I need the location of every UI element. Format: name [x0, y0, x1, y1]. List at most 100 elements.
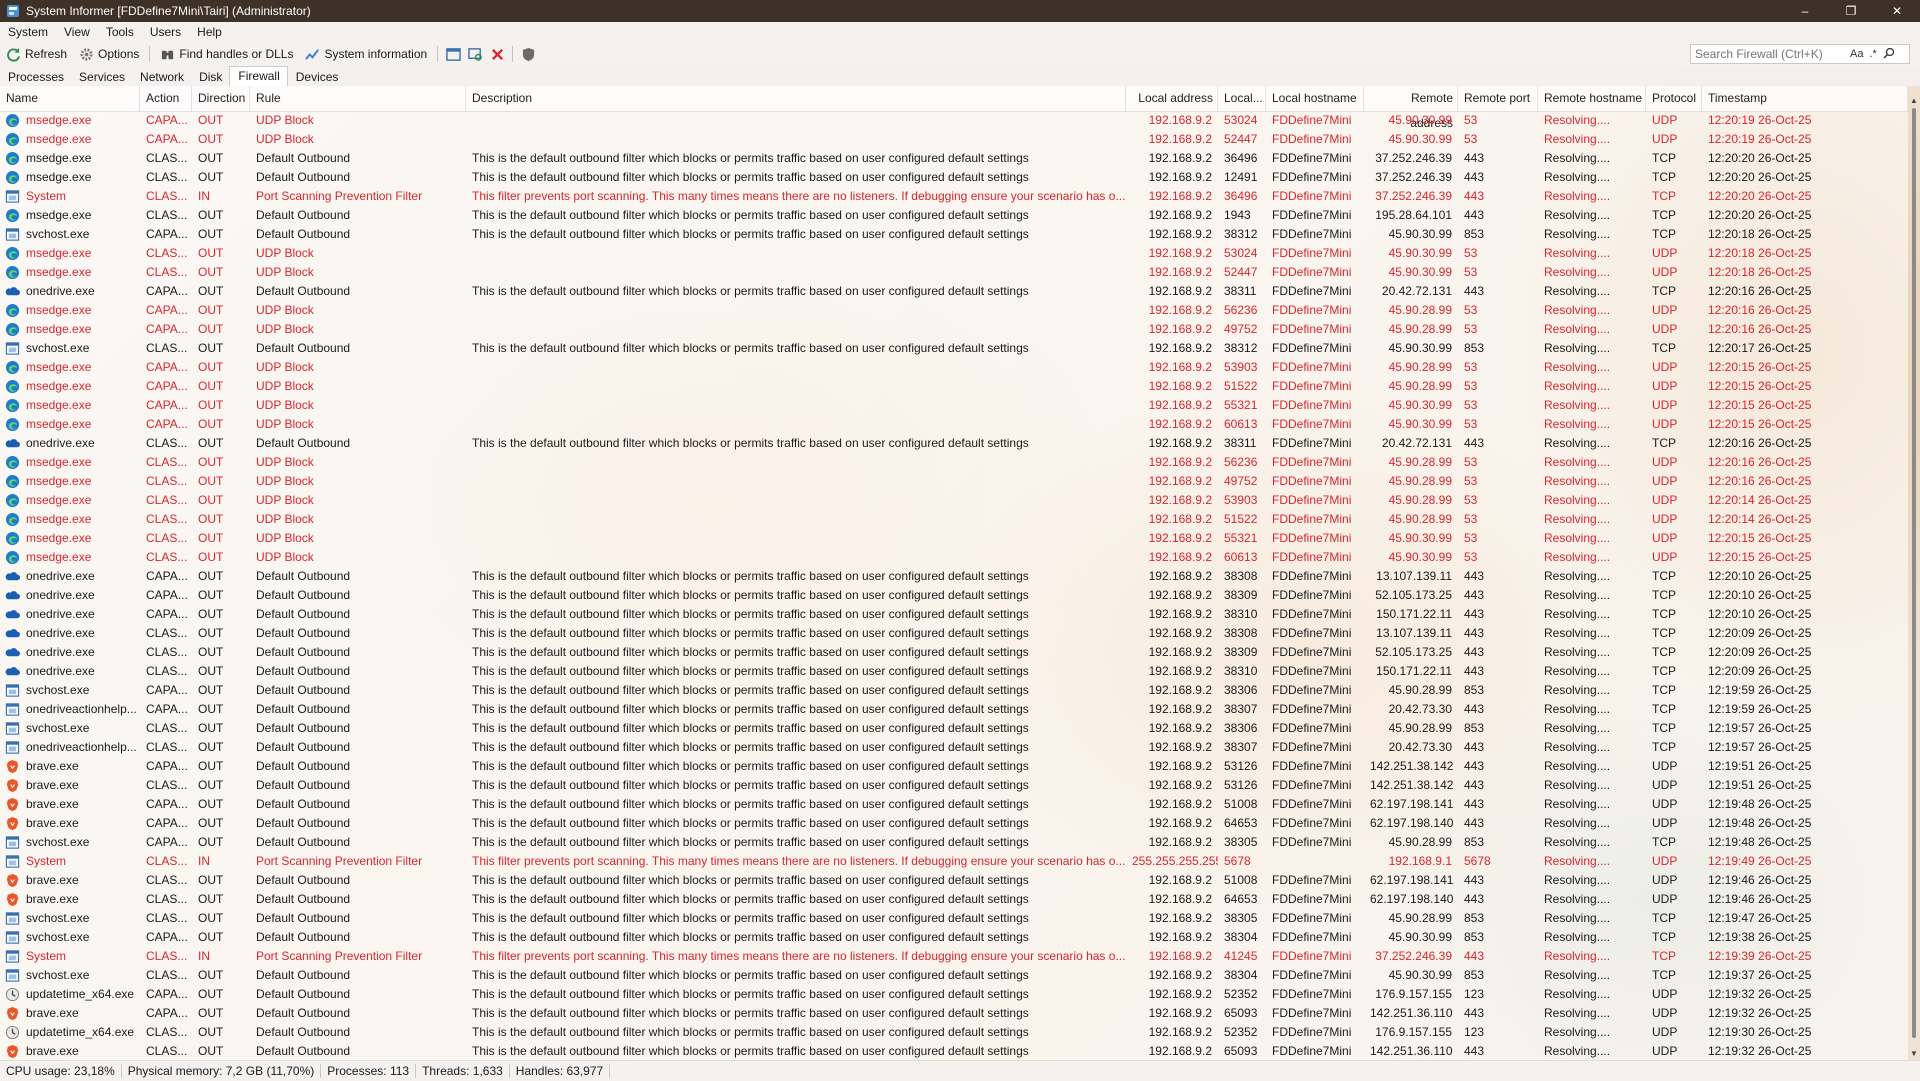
vertical-scrollbar[interactable]: ▲ ▼ [1908, 86, 1920, 1060]
table-row[interactable]: System CLAS... IN Port Scanning Prevention … [0, 947, 1908, 966]
remote-hostname-cell: Resolving.... [1544, 683, 1611, 697]
search-input[interactable] [1691, 46, 1847, 62]
description-cell: This is the default outbound filter whic… [472, 1006, 1029, 1020]
menu-users[interactable]: Users [142, 25, 189, 39]
scroll-thumb[interactable] [1912, 108, 1916, 1038]
tab-devices[interactable]: Devices [288, 68, 346, 86]
column-header-description[interactable]: Description [466, 86, 1126, 111]
table-row[interactable]: onedrive.exe CAPA... OUT Default Outbound Th… [0, 586, 1908, 605]
table-row[interactable]: svchost.exe CAPA... OUT Default Outbound Thi… [0, 928, 1908, 947]
table-row[interactable]: msedge.exe CLAS... OUT UDP Block 192.168.9.2… [0, 472, 1908, 491]
table-row[interactable]: onedrive.exe CAPA... OUT Default Outbound Th… [0, 567, 1908, 586]
column-header-timestamp[interactable]: Timestamp [1702, 86, 1908, 111]
scroll-down-arrow[interactable]: ▼ [1910, 1049, 1918, 1058]
column-header-local-address[interactable]: Local address [1126, 86, 1218, 111]
table-row[interactable]: msedge.exe CAPA... OUT UDP Block 192.168.9.2… [0, 320, 1908, 339]
shield-icon[interactable] [517, 43, 539, 65]
refresh-button[interactable]: Refresh [0, 43, 73, 65]
column-header-remote-port[interactable]: Remote port [1458, 86, 1538, 111]
column-header-local-hostname[interactable]: Local hostname [1266, 86, 1364, 111]
terminate-icon[interactable] [486, 43, 508, 65]
table-row[interactable]: onedrive.exe CAPA... OUT Default Outbound Th… [0, 605, 1908, 624]
table-row[interactable]: msedge.exe CAPA... OUT UDP Block 192.168.9.2… [0, 377, 1908, 396]
remote-hostname-cell: Resolving.... [1544, 151, 1611, 165]
local-port-cell: 38308 [1224, 569, 1258, 583]
table-row[interactable]: msedge.exe CLAS... OUT UDP Block 192.168.9.2… [0, 453, 1908, 472]
table-row[interactable]: onedrive.exe CAPA... OUT Default Outbound Th… [0, 282, 1908, 301]
table-row[interactable]: msedge.exe CLAS... OUT Default Outbound This… [0, 149, 1908, 168]
table-row[interactable]: brave.exe CAPA... OUT Default Outbound This … [0, 814, 1908, 833]
menu-help[interactable]: Help [189, 25, 230, 39]
close-window-button[interactable]: ✕ [1874, 0, 1920, 22]
tab-services[interactable]: Services [71, 68, 132, 86]
search-icon[interactable] [1880, 47, 1898, 62]
column-header-protocol[interactable]: Protocol [1646, 86, 1702, 111]
tab-processes[interactable]: Processes [0, 68, 71, 86]
table-row[interactable]: msedge.exe CLAS... OUT UDP Block 192.168.9.2… [0, 529, 1908, 548]
table-row[interactable]: msedge.exe CAPA... OUT UDP Block 192.168.9.2… [0, 301, 1908, 320]
scroll-up-arrow[interactable]: ▲ [1910, 96, 1918, 105]
find-handles-button[interactable]: Find handles or DLLs [154, 43, 299, 65]
column-header-action[interactable]: Action [140, 86, 192, 111]
table-row[interactable]: onedriveactionhelp... CLAS... OUT Default O… [0, 738, 1908, 757]
regex-toggle[interactable]: .* [1866, 48, 1879, 60]
table-row[interactable]: svchost.exe CAPA... OUT Default Outbound Thi… [0, 833, 1908, 852]
table-row[interactable]: brave.exe CLAS... OUT Default Outbound This … [0, 776, 1908, 795]
window-find-icon[interactable] [464, 43, 486, 65]
match-case-toggle[interactable]: Aa [1847, 48, 1866, 60]
table-row[interactable]: msedge.exe CLAS... OUT UDP Block 192.168.9.2… [0, 510, 1908, 529]
column-header-name[interactable]: Name [0, 86, 140, 111]
window-icon[interactable] [442, 43, 464, 65]
table-row[interactable]: svchost.exe CLAS... OUT Default Outbound Thi… [0, 966, 1908, 985]
column-header-rule[interactable]: Rule [250, 86, 466, 111]
table-row[interactable]: brave.exe CLAS... OUT Default Outbound This … [0, 890, 1908, 909]
tab-firewall[interactable]: Firewall [229, 66, 288, 86]
table-row[interactable]: svchost.exe CLAS... OUT Default Outbound Thi… [0, 909, 1908, 928]
column-header-remote-hostname[interactable]: Remote hostname [1538, 86, 1646, 111]
table-row[interactable]: onedrive.exe CLAS... OUT Default Outbound Th… [0, 643, 1908, 662]
table-row[interactable]: msedge.exe CLAS... OUT Default Outbound This… [0, 168, 1908, 187]
table-row[interactable]: msedge.exe CAPA... OUT UDP Block 192.168.9.2… [0, 130, 1908, 149]
direction-cell: OUT [198, 740, 224, 754]
table-row[interactable]: onedrive.exe CLAS... OUT Default Outbound Th… [0, 662, 1908, 681]
table-row[interactable]: brave.exe CLAS... OUT Default Outbound This … [0, 1042, 1908, 1061]
table-row[interactable]: svchost.exe CAPA... OUT Default Outbound Thi… [0, 681, 1908, 700]
table-row[interactable]: msedge.exe CLAS... OUT UDP Block 192.168.9.2… [0, 263, 1908, 282]
menu-tools[interactable]: Tools [98, 25, 142, 39]
table-row[interactable]: msedge.exe CAPA... OUT UDP Block 192.168.9.2… [0, 111, 1908, 130]
table-row[interactable]: msedge.exe CAPA... OUT UDP Block 192.168.9.2… [0, 396, 1908, 415]
table-row[interactable]: System CLAS... IN Port Scanning Prevention … [0, 852, 1908, 871]
table-row[interactable]: svchost.exe CLAS... OUT Default Outbound Thi… [0, 719, 1908, 738]
table-row[interactable]: msedge.exe CLAS... OUT UDP Block 192.168.9.2… [0, 548, 1908, 567]
column-header-remote-address[interactable]: Remote address [1364, 86, 1458, 130]
options-button[interactable]: Options [73, 43, 145, 65]
table-row[interactable]: brave.exe CLAS... OUT Default Outbound This … [0, 871, 1908, 890]
maximize-button[interactable]: ❐ [1828, 0, 1874, 22]
column-header-direction[interactable]: Direction [192, 86, 250, 111]
table-row[interactable]: msedge.exe CAPA... OUT UDP Block 192.168.9.2… [0, 358, 1908, 377]
table-row[interactable]: svchost.exe CLAS... OUT Default Outbound Thi… [0, 339, 1908, 358]
table-row[interactable]: msedge.exe CLAS... OUT UDP Block 192.168.9.2… [0, 491, 1908, 510]
table-row[interactable]: svchost.exe CAPA... OUT Default Outbound Thi… [0, 225, 1908, 244]
table-row[interactable]: msedge.exe CAPA... OUT UDP Block 192.168.9.2… [0, 415, 1908, 434]
table-row[interactable]: onedrive.exe CLAS... OUT Default Outbound Th… [0, 624, 1908, 643]
table-row[interactable]: msedge.exe CLAS... OUT UDP Block 192.168.9.2… [0, 244, 1908, 263]
table-row[interactable]: updatetime_x64.exe CLAS... OUT Default Outb… [0, 1023, 1908, 1042]
system-information-button[interactable]: System information [299, 43, 433, 65]
remote-address-cell: 45.90.28.99 [1388, 379, 1452, 393]
menu-view[interactable]: View [56, 25, 98, 39]
table-row[interactable]: onedriveactionhelp... CAPA... OUT Default O… [0, 700, 1908, 719]
table-row[interactable]: msedge.exe CLAS... OUT Default Outbound This… [0, 206, 1908, 225]
table-row[interactable]: brave.exe CAPA... OUT Default Outbound This … [0, 1004, 1908, 1023]
menu-system[interactable]: System [0, 25, 56, 39]
table-row[interactable]: brave.exe CAPA... OUT Default Outbound This … [0, 757, 1908, 776]
local-hostname-cell: FDDefine7Mini [1272, 1025, 1352, 1039]
column-header-local-port[interactable]: Local... [1218, 86, 1266, 111]
tab-network[interactable]: Network [132, 68, 191, 86]
tab-disk[interactable]: Disk [191, 68, 229, 86]
table-row[interactable]: updatetime_x64.exe CAPA... OUT Default Outb… [0, 985, 1908, 1004]
table-row[interactable]: onedrive.exe CLAS... OUT Default Outbound Th… [0, 434, 1908, 453]
table-row[interactable]: System CLAS... IN Port Scanning Prevention … [0, 187, 1908, 206]
minimize-button[interactable]: – [1782, 0, 1828, 22]
table-row[interactable]: brave.exe CAPA... OUT Default Outbound This … [0, 795, 1908, 814]
